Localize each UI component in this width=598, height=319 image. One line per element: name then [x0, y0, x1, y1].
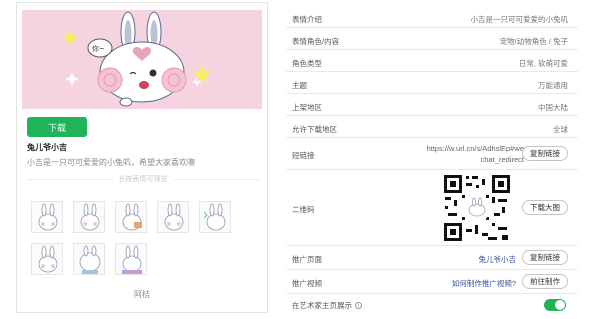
preview-hint: 长按表情可预览: [118, 176, 168, 183]
info-row-type: 角色类型 日常, 软萌可爱: [286, 50, 578, 72]
sticker-thumbnail[interactable]: [73, 243, 105, 275]
info-label: 允许下载地区: [292, 125, 337, 134]
author-name[interactable]: 阿桔: [17, 289, 267, 300]
info-row-role: 表情角色/内容 宠物/动物角色 / 兔子: [286, 28, 578, 50]
artist-display-label: 在艺术家主页展示: [292, 301, 352, 310]
info-row-intro: 表情介绍 小吉是一只可可爱爱的小兔叽: [286, 6, 578, 28]
info-row-short-link: 短链接 https://w.url.cn/s/AdhslEp#wechat_re…: [286, 138, 578, 170]
info-label: 推广视频: [292, 279, 322, 288]
info-value: 中国大陆: [538, 103, 568, 112]
sticker-thumbnail[interactable]: [31, 243, 63, 275]
info-row-download-region: 允许下载地区 全球: [286, 116, 578, 138]
info-label: 短链接: [292, 151, 315, 160]
preview-divider: 长按表情可预览: [27, 174, 259, 184]
promo-page-link[interactable]: 兔儿爷小吉: [479, 254, 517, 265]
info-label: 角色类型: [292, 59, 322, 68]
copy-promo-link-button[interactable]: 复制链接: [522, 250, 568, 265]
banner-bubble-text: 你~: [92, 44, 105, 53]
info-value: 小吉是一只可可爱爱的小兔叽: [470, 15, 569, 24]
info-row-theme: 主题 万能通用: [286, 72, 578, 94]
info-value: 宠物/动物角色 / 兔子: [499, 37, 568, 46]
info-icon[interactable]: i: [355, 302, 362, 309]
info-label: 二维码: [292, 205, 315, 214]
sticker-thumbnail[interactable]: [157, 201, 189, 233]
sticker-thumbnail[interactable]: [199, 201, 231, 233]
sticker-thumbnail[interactable]: [31, 201, 63, 233]
sticker-banner-image: 你~: [22, 10, 262, 109]
info-label: 上架地区: [292, 103, 322, 112]
info-label: 主题: [292, 81, 307, 90]
copy-short-link-button[interactable]: 复制链接: [522, 146, 568, 161]
sticker-card: 你~ 下载 兔儿爷小吉 小吉是一只可可爱爱的小兔叽，希望大家喜欢噢 长按表情可预…: [16, 2, 268, 313]
info-row-region: 上架地区 中国大陆: [286, 94, 578, 116]
info-value: 日常, 软萌可爱: [518, 59, 568, 68]
short-link-url: https://w.url.cn/s/AdhslEp#wechat_redire…: [426, 144, 524, 164]
info-row-promo-page: 推广页面 兔儿爷小吉 复制链接: [286, 246, 578, 270]
sticker-name: 兔儿爷小吉: [27, 143, 67, 152]
sticker-thumbnail[interactable]: [73, 201, 105, 233]
info-value: 万能通用: [538, 81, 568, 90]
artist-display-toggle[interactable]: [544, 299, 566, 311]
qr-code-image: [442, 173, 512, 243]
info-row-qr: 二维码 下载大图: [286, 170, 578, 246]
info-label: 推广页面: [292, 255, 322, 264]
info-label: 表情介绍: [292, 15, 322, 24]
info-row-artist-display: 在艺术家主页展示 i: [286, 294, 578, 316]
go-make-video-button[interactable]: 前往制作: [522, 274, 568, 289]
how-to-make-video-link[interactable]: 如何制作推广视频?: [452, 278, 516, 289]
sticker-description: 小吉是一只可可爱爱的小兔叽，希望大家喜欢噢: [27, 158, 195, 167]
info-label: 在艺术家主页展示 i: [292, 300, 362, 311]
sticker-thumbnail[interactable]: [115, 201, 147, 233]
download-qr-button[interactable]: 下载大图: [522, 200, 568, 215]
info-value: 全球: [553, 125, 568, 134]
info-row-promo-video: 推广视频 如何制作推广视频? 前往制作: [286, 270, 578, 294]
sticker-thumbnail[interactable]: [115, 243, 147, 275]
download-button[interactable]: 下载: [27, 117, 87, 137]
info-label: 表情角色/内容: [292, 37, 340, 46]
